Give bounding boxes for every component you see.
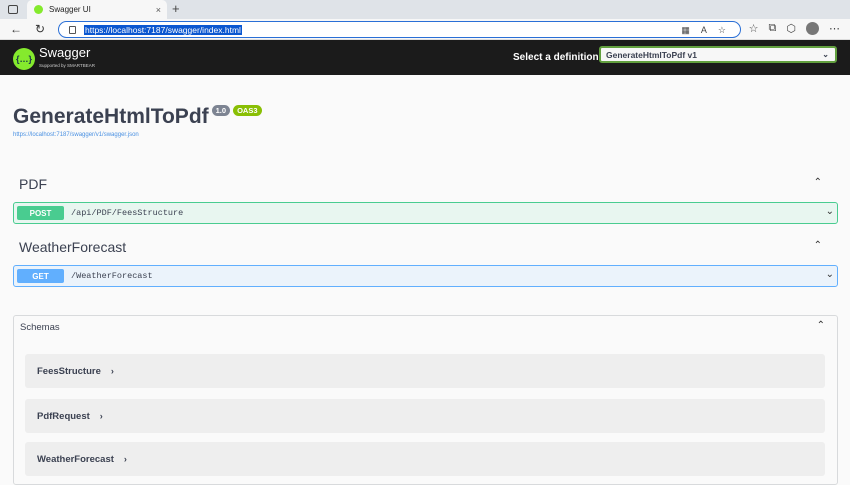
section-pdf: PDF ⌃ POST /api/PDF/FeesStructure ⌄	[13, 172, 838, 227]
swagger-topbar: {…} Swagger Supported by SMARTBEAR Selec…	[0, 40, 850, 75]
app-available-icon[interactable]: ▦	[681, 25, 690, 36]
browser-toolbar: ← ↻ https://localhost:7187/swagger/index…	[0, 19, 850, 40]
operation-path: /api/PDF/FeesStructure	[71, 208, 184, 218]
swagger-logo[interactable]: {…} Swagger Supported by SMARTBEAR	[13, 46, 95, 72]
operation-post-fees-structure[interactable]: POST /api/PDF/FeesStructure ⌄	[13, 202, 838, 224]
chevron-down-icon[interactable]: ⌄	[826, 206, 834, 217]
schemas-section: Schemas ⌃ FeesStructure › PdfRequest › W…	[13, 315, 838, 485]
api-info: GenerateHtmlToPdf 1.0 OAS3 https://local…	[13, 105, 262, 138]
chevron-right-icon: ›	[123, 454, 127, 464]
favorites-icon[interactable]: ☆	[749, 22, 759, 35]
spec-json-link[interactable]: https://localhost:7187/swagger/v1/swagge…	[13, 132, 262, 138]
swagger-favicon-icon	[34, 5, 43, 14]
tab-close-icon[interactable]: ×	[156, 5, 161, 15]
new-tab-icon[interactable]: +	[172, 1, 180, 16]
method-badge: POST	[17, 206, 64, 220]
reload-icon[interactable]: ↻	[35, 22, 45, 36]
definition-select[interactable]: GenerateHtmlToPdf v1 ⌄	[599, 46, 837, 63]
method-badge: GET	[17, 269, 64, 283]
extensions-icon[interactable]: ⬡	[786, 22, 796, 35]
model-name: FeesStructure	[37, 365, 101, 377]
read-aloud-icon[interactable]: A	[701, 25, 707, 36]
chevron-right-icon: ›	[99, 411, 103, 421]
url-text[interactable]: https://localhost:7187/swagger/index.htm…	[84, 24, 242, 35]
collapse-chevron-icon[interactable]: ⌃	[814, 240, 822, 251]
chevron-right-icon: ›	[110, 366, 114, 376]
section-title[interactable]: WeatherForecast	[13, 235, 838, 259]
operation-get-weatherforecast[interactable]: GET /WeatherForecast ⌄	[13, 265, 838, 287]
favorite-star-icon[interactable]: ☆	[718, 25, 726, 36]
browser-tab-strip: Swagger UI × +	[0, 0, 850, 19]
schema-model-weather-forecast[interactable]: WeatherForecast ›	[25, 442, 825, 476]
address-bar[interactable]: https://localhost:7187/swagger/index.htm…	[58, 21, 741, 38]
logo-text: Swagger	[39, 45, 91, 60]
definition-selected-value: GenerateHtmlToPdf v1	[606, 49, 698, 60]
collapse-chevron-icon[interactable]: ⌃	[817, 320, 825, 331]
schemas-title[interactable]: Schemas	[20, 322, 60, 333]
definition-label: Select a definition	[513, 52, 599, 63]
swagger-logo-icon: {…}	[13, 48, 35, 70]
section-title[interactable]: PDF	[13, 172, 838, 196]
schema-model-pdf-request[interactable]: PdfRequest ›	[25, 399, 825, 433]
page-title: GenerateHtmlToPdf	[13, 105, 209, 128]
lock-icon	[69, 25, 76, 34]
chevron-down-icon[interactable]: ⌄	[826, 269, 834, 280]
collapse-chevron-icon[interactable]: ⌃	[814, 177, 822, 188]
model-name: WeatherForecast	[37, 453, 114, 465]
section-weatherforecast: WeatherForecast ⌃ GET /WeatherForecast ⌄	[13, 235, 838, 290]
operation-path: /WeatherForecast	[71, 271, 153, 281]
browser-tab[interactable]: Swagger UI ×	[27, 0, 167, 19]
schema-model-fees-structure[interactable]: FeesStructure ›	[25, 354, 825, 388]
tab-title: Swagger UI	[49, 5, 91, 14]
collections-icon[interactable]: ⧉	[769, 22, 777, 35]
chevron-down-icon: ⌄	[822, 50, 829, 59]
logo-subtitle: Supported by SMARTBEAR	[39, 63, 95, 68]
version-badge: 1.0	[211, 105, 231, 116]
model-name: PdfRequest	[37, 410, 90, 422]
profile-avatar-icon[interactable]	[806, 22, 819, 35]
oas-badge: OAS3	[233, 105, 262, 116]
window-menu-icon[interactable]	[8, 5, 18, 14]
more-icon[interactable]: ⋯	[829, 22, 840, 35]
back-icon[interactable]: ←	[10, 22, 22, 36]
